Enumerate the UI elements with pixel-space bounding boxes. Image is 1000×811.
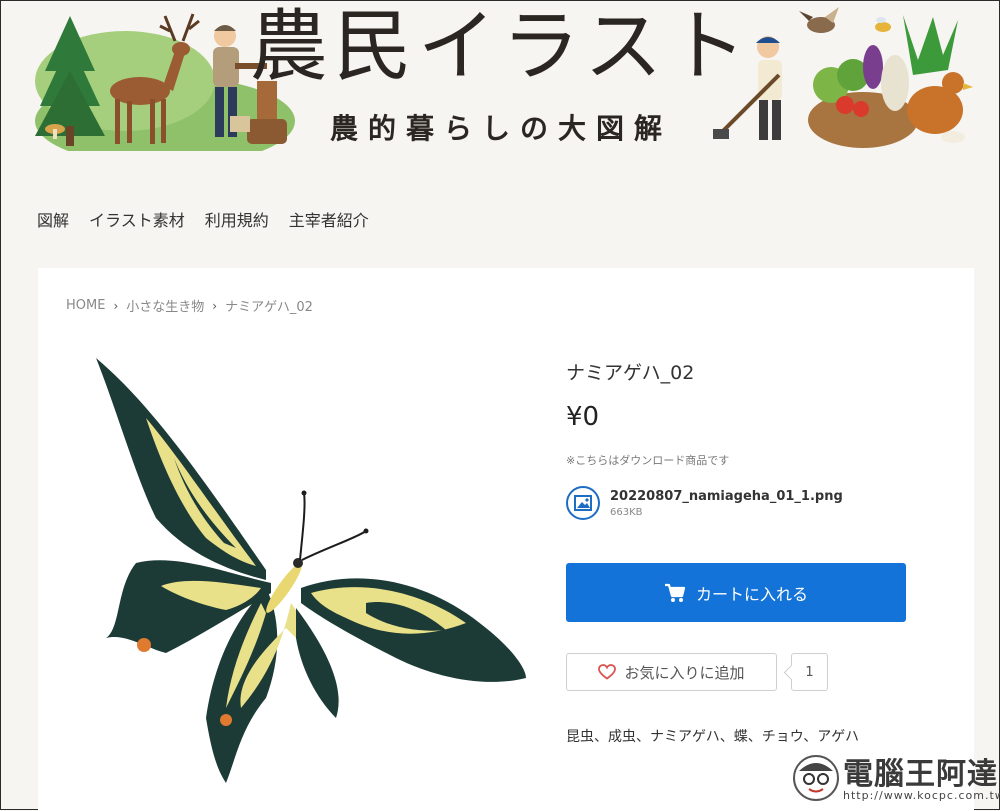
product-image-butterfly[interactable] [66, 348, 531, 788]
add-to-cart-label: カートに入れる [695, 584, 808, 604]
file-size: 663KB [610, 506, 643, 518]
main-nav: 図解 イラスト素材 利用規約 主宰者紹介 [37, 207, 369, 231]
product-tags: 昆虫、成虫、ナミアゲハ、蝶、チョウ、アゲハ [566, 729, 860, 745]
watermark-url: http://www.kocpc.com.tw [843, 789, 1000, 802]
add-to-favorites-button[interactable]: お気に入りに追加 [566, 653, 777, 691]
chevron-right-icon: › [113, 298, 119, 313]
breadcrumb: HOME › 小さな生き物 › ナミアゲハ_02 [66, 296, 313, 315]
product-price: ¥0 [566, 402, 600, 432]
mascot-logo-icon [793, 755, 839, 801]
nav-item-zukai[interactable]: 図解 [37, 207, 69, 231]
nav-item-about[interactable]: 主宰者紹介 [289, 207, 369, 231]
add-to-favorites-label: お気に入りに追加 [624, 663, 745, 682]
favorite-count: 1 [791, 653, 828, 691]
product-title: ナミアゲハ_02 [566, 362, 695, 384]
breadcrumb-current: ナミアゲハ_02 [225, 300, 313, 315]
product-card: HOME › 小さな生き物 › ナミアゲハ_02 ナミアゲハ_02 ¥0 ※こち… [38, 268, 974, 811]
chevron-right-icon: › [212, 298, 218, 313]
nav-item-terms[interactable]: 利用規約 [205, 207, 269, 231]
favorite-group: お気に入りに追加 1 [566, 653, 828, 691]
download-note: ※こちらはダウンロード商品です [566, 454, 730, 467]
add-to-cart-button[interactable]: カートに入れる [566, 563, 906, 622]
download-file: 20220807_namiageha_01_1.png 663KB [566, 486, 843, 520]
heart-icon [598, 664, 617, 680]
nav-item-illustrations[interactable]: イラスト素材 [89, 207, 185, 231]
file-name: 20220807_namiageha_01_1.png [610, 488, 843, 504]
image-file-icon [566, 486, 600, 520]
breadcrumb-home[interactable]: HOME [66, 298, 105, 313]
cart-icon [664, 583, 686, 602]
site-header: 農民イラスト 農的暮らしの大図解 [1, 1, 1000, 161]
watermark-title: 電腦王阿達 [843, 757, 998, 792]
breadcrumb-category[interactable]: 小さな生き物 [126, 296, 204, 315]
watermark: 電腦王阿達 http://www.kocpc.com.tw [791, 749, 1000, 807]
header-illustration-right [713, 7, 973, 148]
